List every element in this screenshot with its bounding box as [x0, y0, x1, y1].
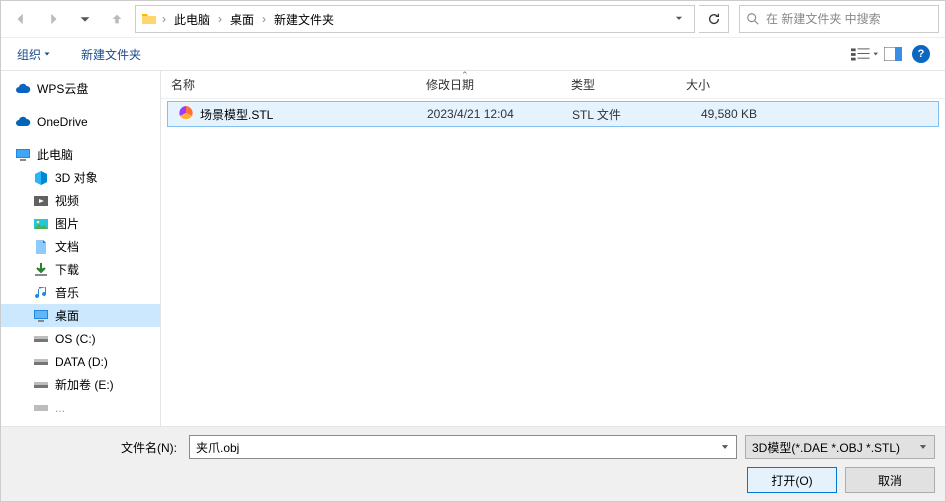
breadcrumb-bar[interactable]: › 此电脑 › 桌面 › 新建文件夹: [135, 5, 695, 33]
file-list-pane: ⌃ 名称 修改日期 类型 大小 场景模型.STL 2023/4/21 12:04…: [161, 71, 945, 426]
document-icon: [33, 239, 49, 255]
cube-icon: [33, 170, 49, 186]
filename-input[interactable]: [196, 440, 720, 454]
chevron-right-icon: ›: [160, 12, 168, 26]
file-size: 49,580 KB: [677, 107, 767, 121]
nav-tree[interactable]: WPS云盘 OneDrive 此电脑 3D 对象 视频 图片 文档 下载 音乐 …: [1, 71, 161, 426]
chevron-down-icon[interactable]: [720, 442, 730, 452]
tree-item-3d-objects[interactable]: 3D 对象: [1, 166, 160, 189]
column-date[interactable]: 修改日期: [416, 71, 561, 98]
file-type: STL 文件: [562, 106, 677, 123]
view-options-button[interactable]: [851, 42, 879, 66]
new-folder-button[interactable]: 新建文件夹: [75, 42, 147, 67]
drive-icon: [33, 354, 49, 370]
column-name[interactable]: 名称: [161, 71, 416, 98]
chevron-down-icon[interactable]: [668, 12, 690, 26]
open-button[interactable]: 打开(O): [747, 467, 837, 493]
tree-item-pictures[interactable]: 图片: [1, 212, 160, 235]
tree-item-drive-e[interactable]: 新加卷 (E:): [1, 373, 160, 396]
tree-item-wps[interactable]: WPS云盘: [1, 77, 160, 100]
column-size[interactable]: 大小: [676, 71, 766, 98]
main-area: WPS云盘 OneDrive 此电脑 3D 对象 视频 图片 文档 下载 音乐 …: [1, 71, 945, 426]
search-icon: [746, 12, 760, 26]
forward-button[interactable]: [39, 5, 67, 33]
preview-pane-button[interactable]: [879, 42, 907, 66]
tree-item-downloads[interactable]: 下载: [1, 258, 160, 281]
breadcrumb-item[interactable]: 新建文件夹: [270, 9, 338, 30]
filename-label: 文件名(N):: [11, 439, 181, 456]
column-type[interactable]: 类型: [561, 71, 676, 98]
file-row[interactable]: 场景模型.STL 2023/4/21 12:04 STL 文件 49,580 K…: [167, 101, 939, 127]
file-name: 场景模型.STL: [200, 106, 273, 123]
file-type-filter[interactable]: 3D模型(*.DAE *.OBJ *.STL): [745, 435, 935, 459]
filename-combobox[interactable]: [189, 435, 737, 459]
folder-icon: [140, 10, 158, 28]
tree-item-more[interactable]: ...: [1, 396, 160, 419]
file-date: 2023/4/21 12:04: [417, 107, 562, 121]
toolbar: 组织 新建文件夹 ?: [1, 37, 945, 71]
tree-item-videos[interactable]: 视频: [1, 189, 160, 212]
breadcrumb-item[interactable]: 桌面: [226, 9, 258, 30]
chevron-right-icon: ›: [216, 12, 224, 26]
search-box[interactable]: [739, 5, 939, 33]
picture-icon: [33, 216, 49, 232]
desktop-icon: [33, 308, 49, 324]
chevron-right-icon: ›: [260, 12, 268, 26]
drive-icon: [33, 400, 49, 416]
tree-item-onedrive[interactable]: OneDrive: [1, 110, 160, 133]
organize-menu[interactable]: 组织: [11, 42, 57, 67]
pc-icon: [15, 147, 31, 163]
address-bar: › 此电脑 › 桌面 › 新建文件夹: [1, 1, 945, 37]
cloud-icon: [15, 114, 31, 130]
file-name-cell: 场景模型.STL: [168, 105, 417, 124]
tree-item-this-pc[interactable]: 此电脑: [1, 143, 160, 166]
back-button[interactable]: [7, 5, 35, 33]
video-icon: [33, 193, 49, 209]
recent-locations-button[interactable]: [71, 5, 99, 33]
tree-item-drive-c[interactable]: OS (C:): [1, 327, 160, 350]
tree-item-documents[interactable]: 文档: [1, 235, 160, 258]
tree-item-desktop[interactable]: 桌面: [1, 304, 160, 327]
help-button[interactable]: ?: [907, 42, 935, 66]
search-input[interactable]: [766, 12, 932, 26]
drive-icon: [33, 377, 49, 393]
file-icon: [178, 105, 194, 124]
music-icon: [33, 285, 49, 301]
column-headers[interactable]: ⌃ 名称 修改日期 类型 大小: [161, 71, 945, 99]
drive-icon: [33, 331, 49, 347]
breadcrumb-item[interactable]: 此电脑: [170, 9, 214, 30]
tree-item-drive-d[interactable]: DATA (D:): [1, 350, 160, 373]
bottom-panel: 文件名(N): 3D模型(*.DAE *.OBJ *.STL) 打开(O) 取消: [1, 426, 945, 501]
download-icon: [33, 262, 49, 278]
cloud-icon: [15, 81, 31, 97]
up-button[interactable]: [103, 5, 131, 33]
tree-item-music[interactable]: 音乐: [1, 281, 160, 304]
refresh-button[interactable]: [699, 5, 729, 33]
sort-indicator-icon: ⌃: [461, 70, 469, 81]
cancel-button[interactable]: 取消: [845, 467, 935, 493]
chevron-down-icon: [918, 442, 928, 452]
